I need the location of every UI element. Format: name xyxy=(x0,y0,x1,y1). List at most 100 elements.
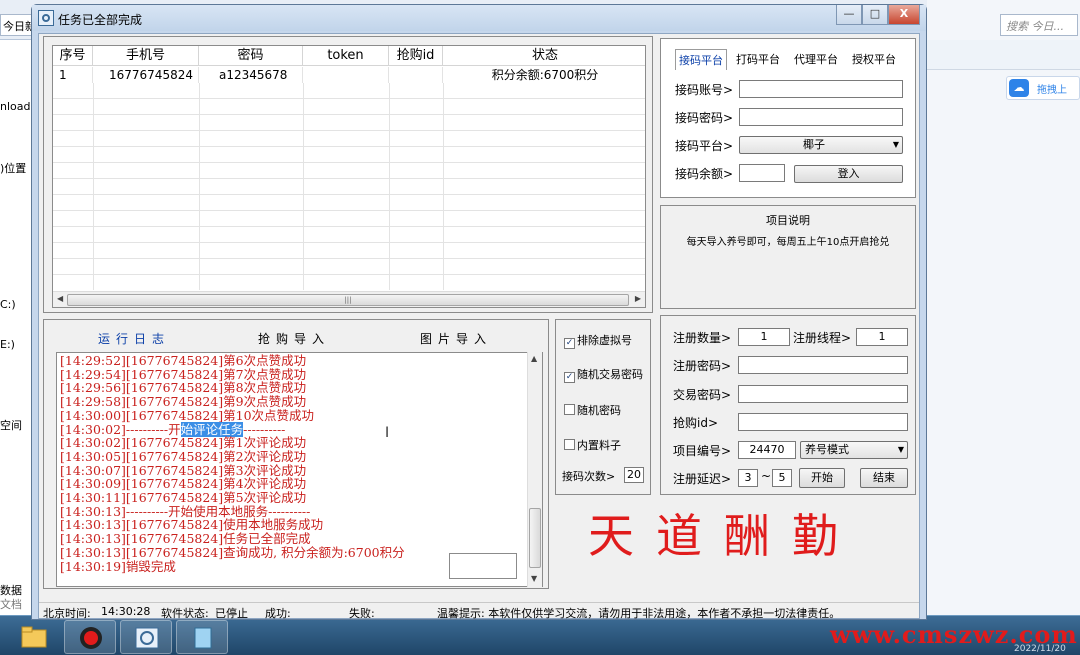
account-table[interactable]: 序号 手机号 密码 token 抢购id 状态 1 16776745824 a1… xyxy=(52,45,646,308)
tab-image-import[interactable]: 图片导入 xyxy=(420,330,492,347)
scroll-thumb[interactable]: ||| xyxy=(67,294,629,306)
sidebar-item[interactable]: 空间 xyxy=(0,417,22,433)
sms-password-field[interactable] xyxy=(739,108,903,126)
random-trade-password-checkbox[interactable]: ✓ 随机交易密码 xyxy=(564,366,643,383)
checkbox-box: ✓ xyxy=(564,338,575,349)
tab-proxy-platform[interactable]: 代理平台 xyxy=(791,49,841,69)
column-header[interactable]: 状态 xyxy=(443,46,645,66)
sidebar-item[interactable]: C:) xyxy=(0,298,16,311)
platform-panel: 接码平台 打码平台 代理平台 授权平台 接码账号> 接码密码> 接码平台> 椰子… xyxy=(660,38,916,198)
taskbar-record-button[interactable] xyxy=(64,620,116,654)
account-label: 接码账号> xyxy=(675,83,734,97)
cell-password: a12345678 xyxy=(199,67,303,83)
explorer-address-bar[interactable]: 今日新 xyxy=(0,14,32,36)
tab-run-log[interactable]: 运行日志 xyxy=(98,330,170,347)
code-count-field[interactable]: 20 xyxy=(624,467,644,483)
scroll-left-icon[interactable]: ◀ xyxy=(57,294,63,303)
buy-id-field[interactable] xyxy=(738,413,908,431)
table-horizontal-scrollbar[interactable]: ◀ ||| ▶ xyxy=(53,291,645,307)
column-header[interactable]: 手机号 xyxy=(93,46,199,66)
app-logo-icon xyxy=(38,10,54,26)
run-log-textarea[interactable]: [14:29:52][16776745824]第6次点赞成功 [14:29:54]… xyxy=(56,352,543,587)
log-line: [14:30:11][16776745824]第5次评论成功 xyxy=(60,490,307,505)
taskbar-explorer-button[interactable] xyxy=(8,620,60,654)
delay-max-field[interactable]: 5 xyxy=(772,469,792,487)
column-header[interactable]: 抢购id xyxy=(389,46,443,66)
cloud-icon: ☁ xyxy=(1009,79,1029,97)
tab-license-platform[interactable]: 授权平台 xyxy=(849,49,899,69)
register-threads-field[interactable]: 1 xyxy=(856,328,908,346)
exclude-virtual-checkbox[interactable]: ✓ 排除虚拟号 xyxy=(564,332,632,349)
watermark-date: 2022/11/20 xyxy=(1014,644,1066,654)
log-vertical-scrollbar[interactable]: ▲ ▼ xyxy=(527,352,542,587)
delay-separator: ~ xyxy=(761,469,772,483)
app-icon xyxy=(135,627,159,649)
sms-account-field[interactable] xyxy=(739,80,903,98)
success-label: 成功: xyxy=(265,607,291,620)
trade-password-field[interactable] xyxy=(738,385,908,403)
register-count-field[interactable]: 1 xyxy=(738,328,790,346)
table-header: 序号 手机号 密码 token 抢购id 状态 xyxy=(53,46,645,66)
scroll-right-icon[interactable]: ▶ xyxy=(635,294,641,303)
random-password-checkbox[interactable]: 随机密码 xyxy=(564,402,621,418)
sidebar-item[interactable]: )位置 xyxy=(0,160,26,176)
log-line: [14:30:00][16776745824]第10次点赞成功 xyxy=(60,407,315,423)
project-info-desc: 每天导入养号即可，每周五上午10点开启抢兑 xyxy=(686,237,890,248)
window-titlebar[interactable]: 任务已全部完成 — □ X xyxy=(32,5,926,31)
register-password-label: 注册密码> xyxy=(673,359,732,373)
maximize-button[interactable]: □ xyxy=(862,5,888,25)
taskbar-app-button[interactable] xyxy=(120,620,172,654)
checkbox-label: 随机密码 xyxy=(577,404,621,417)
column-header[interactable]: 序号 xyxy=(53,46,93,66)
state-label: 软件状态: xyxy=(161,607,209,620)
notepad-icon xyxy=(194,627,212,649)
scroll-down-icon[interactable]: ▼ xyxy=(531,574,537,583)
account-table-panel: 序号 手机号 密码 token 抢购id 状态 1 16776745824 a1… xyxy=(43,36,653,313)
close-button[interactable]: X xyxy=(888,5,920,25)
login-button[interactable]: 登入 xyxy=(794,165,903,183)
register-password-field[interactable] xyxy=(738,356,908,374)
log-small-box xyxy=(449,553,517,579)
column-header[interactable]: 密码 xyxy=(199,46,303,66)
time-value: 14:30:28 xyxy=(101,605,151,618)
sidebar-item[interactable]: 文档 xyxy=(0,596,22,612)
explorer-toolbar xyxy=(927,40,1080,70)
password-label: 接码密码> xyxy=(675,111,734,125)
cloud-upload-widget[interactable]: ☁ 拖拽上 xyxy=(1006,76,1080,100)
log-line: [14:30:19]销毁完成 xyxy=(60,558,176,574)
sidebar-item[interactable]: E:) xyxy=(0,338,15,351)
cloud-label: 拖拽上 xyxy=(1037,85,1067,96)
mode-select[interactable]: 养号模式 ▼ xyxy=(800,441,908,459)
tab-buy-import[interactable]: 抢购导入 xyxy=(258,330,330,347)
tab-captcha-platform[interactable]: 打码平台 xyxy=(733,49,783,69)
folder-icon xyxy=(21,626,47,648)
delay-min-field[interactable]: 3 xyxy=(738,469,758,487)
log-line: [14:29:52][16776745824]第6次点赞成功 xyxy=(60,353,307,368)
buy-id-label: 抢购id> xyxy=(673,416,719,430)
builtin-material-checkbox[interactable]: 内置料子 xyxy=(564,437,621,453)
register-delay-label: 注册延迟> xyxy=(673,472,732,486)
checkbox-label: 随机交易密码 xyxy=(577,368,643,381)
minimize-button[interactable]: — xyxy=(836,5,862,25)
chevron-down-icon: ▼ xyxy=(892,140,899,149)
project-number-field[interactable]: 24470 xyxy=(738,441,796,459)
explorer-search-input[interactable]: 搜索 今日... xyxy=(1000,14,1078,36)
platform-select-value: 椰子 xyxy=(803,138,825,151)
taskbar-notepad-button[interactable] xyxy=(176,620,228,654)
balance-field[interactable] xyxy=(739,164,785,182)
end-button[interactable]: 结束 xyxy=(860,468,908,488)
start-button[interactable]: 开始 xyxy=(799,468,845,488)
project-info-title: 项目说明 xyxy=(766,214,810,227)
cell-index: 1 xyxy=(53,67,93,83)
scroll-up-icon[interactable]: ▲ xyxy=(531,354,537,363)
table-row[interactable]: 1 16776745824 a12345678 积分余额:6700积分 xyxy=(53,67,645,83)
tab-sms-platform[interactable]: 接码平台 xyxy=(675,49,727,70)
log-scroll-thumb[interactable] xyxy=(529,508,541,568)
register-panel: 注册数量> 1 注册线程> 1 注册密码> 交易密码> 抢购id> 项目编号> … xyxy=(660,315,916,495)
sms-platform-select[interactable]: 椰子 ▼ xyxy=(739,136,903,154)
column-header[interactable]: token xyxy=(303,46,389,66)
checkbox-box xyxy=(564,404,575,415)
mode-select-value: 养号模式 xyxy=(805,443,849,456)
checkbox-label: 内置料子 xyxy=(577,439,621,452)
log-line: [14:29:58][16776745824]第9次点赞成功 xyxy=(60,394,307,410)
